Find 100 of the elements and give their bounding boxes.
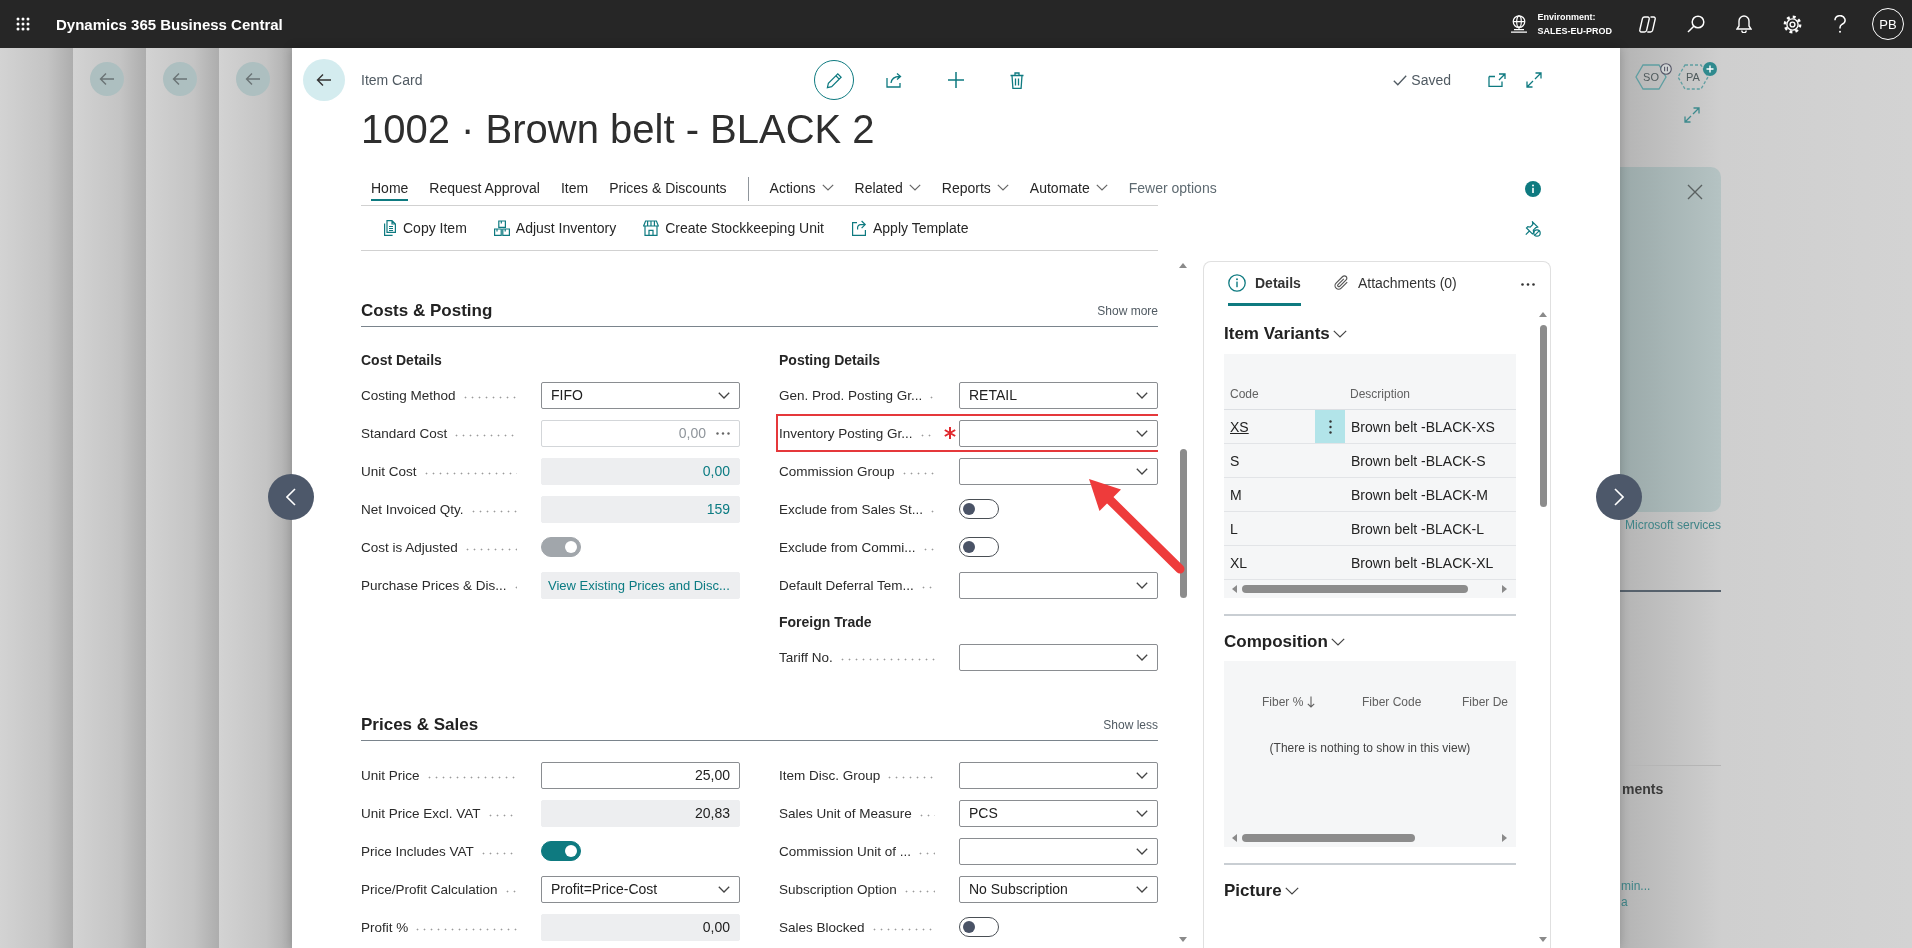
- menu-button[interactable]: Reports: [941, 176, 1009, 201]
- toggle-switch[interactable]: [959, 917, 999, 937]
- field-label: Costing Method: [361, 387, 456, 403]
- store-icon: [643, 220, 660, 236]
- show-more-link[interactable]: Show more: [1097, 304, 1158, 318]
- settings-icon: [1782, 14, 1802, 34]
- page-title: 1002 · Brown belt - BLACK 2: [361, 106, 876, 153]
- part-header-button[interactable]: Composition: [1224, 628, 1345, 656]
- chevron-down-icon: [821, 184, 834, 191]
- dropdown-field[interactable]: [959, 837, 1158, 865]
- column-header[interactable]: Fiber De: [1462, 695, 1508, 709]
- factbox-tab[interactable]: Attachments (0): [1332, 262, 1457, 306]
- dropdown-field[interactable]: [959, 643, 1158, 671]
- app-title: Dynamics 365 Business Central: [56, 15, 283, 33]
- part-header-button[interactable]: Item Variants: [1224, 320, 1347, 348]
- scroll-left-icon[interactable]: [1232, 834, 1237, 842]
- chevron-down-icon: [996, 184, 1009, 191]
- checkmark-icon: [1393, 74, 1408, 86]
- chevron-down-icon: [1332, 330, 1347, 338]
- drilldown-field[interactable]: 159: [541, 495, 740, 523]
- toggle-switch[interactable]: [959, 499, 999, 519]
- dropdown-field[interactable]: [959, 457, 1158, 485]
- field-label: Net Invoiced Qty.: [361, 501, 464, 517]
- section-title: Prices & Sales: [361, 715, 479, 735]
- unpin-icon[interactable]: [1525, 220, 1541, 237]
- environment-name: SALES-EU-PROD: [1537, 25, 1612, 38]
- scrollbar-thumb[interactable]: [1242, 585, 1468, 593]
- chevron-down-icon: [1136, 467, 1148, 475]
- input-field[interactable]: 25,00: [541, 761, 740, 789]
- dropdown-field[interactable]: [959, 761, 1158, 789]
- info-icon[interactable]: [1525, 181, 1541, 197]
- menu-tab[interactable]: Item: [560, 176, 589, 201]
- part-header-button[interactable]: Picture: [1224, 877, 1299, 905]
- field-label: Cost is Adjusted: [361, 539, 458, 555]
- show-more-link[interactable]: Show less: [1103, 718, 1158, 732]
- table-cell[interactable]: XS: [1224, 410, 1315, 443]
- factbox-tab[interactable]: Details: [1228, 262, 1301, 306]
- link-field[interactable]: View Existing Prices and Disc...: [541, 571, 740, 599]
- column-header[interactable]: Fiber Code: [1362, 695, 1422, 709]
- chevron-down-icon: [1136, 391, 1148, 399]
- dropdown-field[interactable]: Profit=Price-Cost: [541, 875, 740, 903]
- scroll-up-icon[interactable]: [1179, 263, 1187, 268]
- scroll-up-icon[interactable]: [1539, 312, 1547, 317]
- plus-icon: [948, 72, 964, 88]
- menu-tab[interactable]: Prices & Discounts: [609, 176, 727, 201]
- dropdown-field[interactable]: No Subscription: [959, 875, 1158, 903]
- menu-tab[interactable]: Home: [371, 176, 409, 201]
- table-cell[interactable]: M: [1224, 478, 1315, 511]
- scroll-right-icon[interactable]: [1502, 585, 1507, 593]
- scroll-left-icon[interactable]: [1232, 585, 1237, 593]
- dropdown-field[interactable]: [959, 419, 1158, 447]
- column-header[interactable]: Fiber %: [1262, 695, 1304, 709]
- vertical-dots-icon: [1328, 419, 1332, 434]
- menu-button[interactable]: Actions: [769, 176, 834, 201]
- scroll-down-icon[interactable]: [1179, 937, 1187, 942]
- column-header[interactable]: Description: [1350, 386, 1411, 401]
- table-cell-text: Brown belt -BLACK-S: [1350, 451, 1487, 471]
- scroll-right-icon[interactable]: [1502, 834, 1507, 842]
- field-label: Exclude from Commi...: [779, 539, 916, 555]
- expand-icon: [1526, 72, 1542, 88]
- column-header[interactable]: Code: [1230, 386, 1259, 401]
- waffle-icon: [16, 17, 30, 31]
- dropdown-field[interactable]: PCS: [959, 799, 1158, 827]
- link-text: a: [1621, 895, 1628, 909]
- group-heading: Foreign Trade: [779, 613, 873, 632]
- field-label: Subscription Option: [779, 881, 897, 897]
- field-label: Tariff No.: [779, 649, 833, 665]
- toggle-switch[interactable]: [541, 841, 581, 861]
- back-button[interactable]: [303, 59, 345, 101]
- table-cell[interactable]: XL: [1224, 546, 1315, 579]
- table-cell-text: Brown belt -BLACK-XS: [1350, 417, 1496, 437]
- action-button[interactable]: Apply Template: [850, 220, 969, 236]
- back-arrow-icon: [245, 72, 261, 86]
- menu-button[interactable]: Automate: [1029, 176, 1108, 201]
- dropdown-field[interactable]: FIFO: [541, 381, 740, 409]
- action-button[interactable]: Create Stockkeeping Unit: [643, 220, 824, 236]
- action-button[interactable]: Adjust Inventory: [493, 220, 617, 236]
- drilldown-field[interactable]: 0,00: [541, 457, 740, 485]
- field-label: Commission Unit of ...: [779, 843, 912, 859]
- dropdown-field[interactable]: RETAIL: [959, 381, 1158, 409]
- field-label: Default Deferral Tem...: [779, 577, 914, 593]
- menu-link[interactable]: Fewer options: [1128, 176, 1217, 201]
- menu-tab[interactable]: Request Approval: [429, 176, 540, 201]
- chevron-down-icon: [718, 885, 730, 893]
- edit-button[interactable]: [814, 60, 854, 100]
- table-cell[interactable]: S: [1224, 444, 1315, 477]
- scrollbar-thumb[interactable]: [1242, 834, 1415, 842]
- toggle-switch[interactable]: [959, 537, 999, 557]
- field-label: Price/Profit Calculation: [361, 881, 498, 897]
- back-arrow-icon: [99, 72, 115, 86]
- page-caption: Item Card: [361, 72, 423, 88]
- boxes-icon: [493, 220, 510, 236]
- trash-icon: [1010, 71, 1024, 89]
- table-cell[interactable]: L: [1224, 512, 1315, 545]
- action-button[interactable]: Copy Item: [382, 220, 467, 236]
- scrollbar-thumb[interactable]: [1539, 325, 1547, 507]
- scroll-down-icon[interactable]: [1539, 937, 1547, 942]
- menu-button[interactable]: Related: [854, 176, 921, 201]
- dropdown-field[interactable]: [959, 571, 1158, 599]
- scrollbar-thumb[interactable]: [1179, 449, 1187, 598]
